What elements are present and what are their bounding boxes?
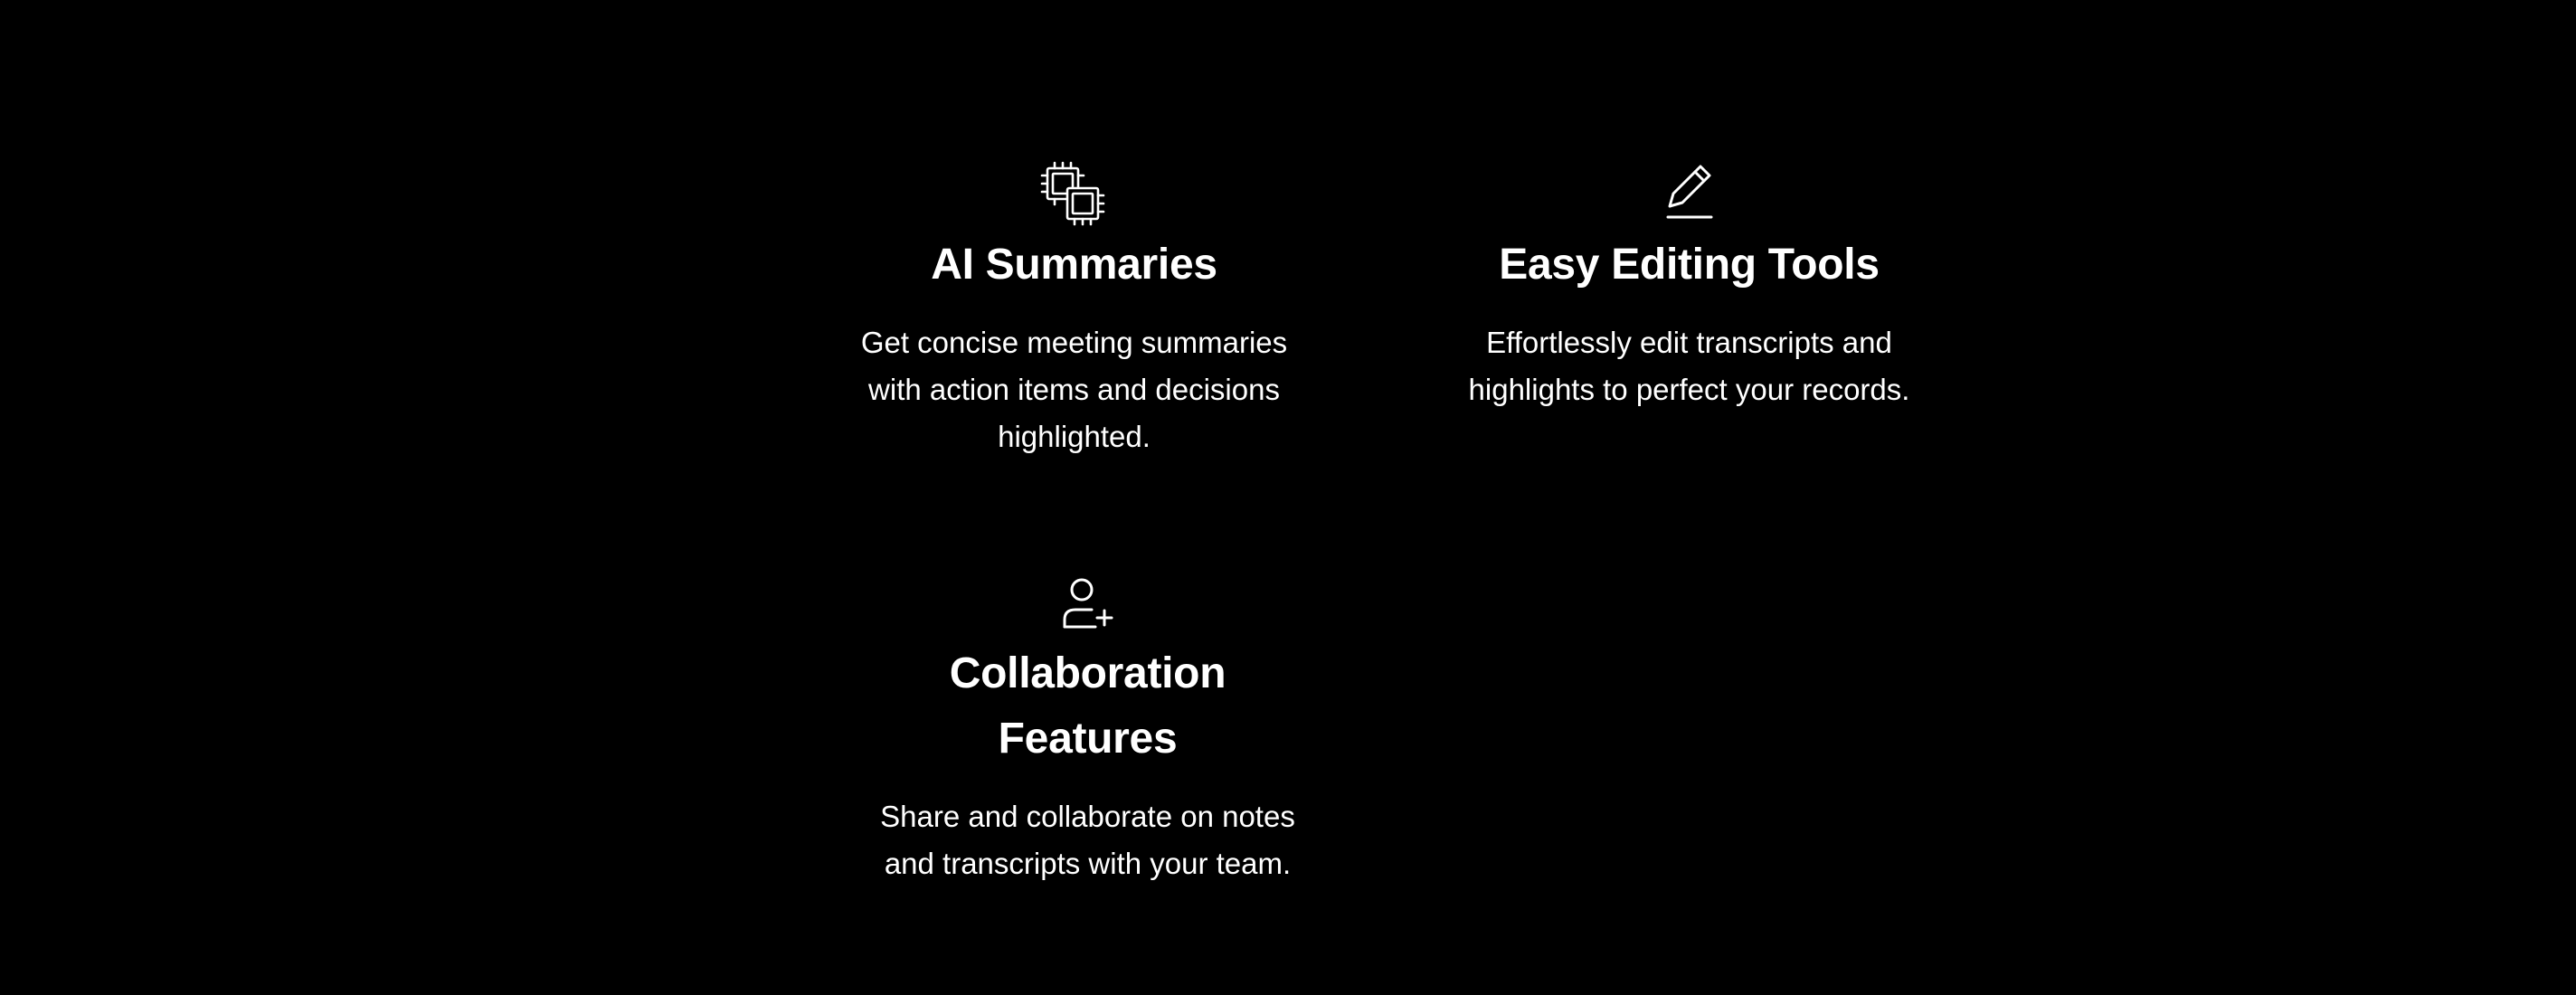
feature-title: AI Summaries (931, 241, 1217, 289)
feature-description: Share and collaborate on notes and trans… (880, 800, 1295, 880)
chip-icon (1040, 161, 1109, 230)
feature-collaboration-features: Collaboration Features Share and collabo… (755, 571, 1420, 887)
feature-description: Effortlessly edit transcripts and highli… (1468, 326, 1910, 406)
feature-ai-summaries: AI Summaries Get concise meeting summari… (742, 161, 1406, 460)
user-add-icon (1054, 571, 1122, 640)
pencil-edit-icon (1655, 161, 1724, 230)
feature-description: Get concise meeting summaries with actio… (860, 326, 1288, 453)
feature-easy-editing-tools: Easy Editing Tools Effortlessly edit tra… (1357, 161, 2022, 413)
feature-title: Collaboration Features (949, 649, 1226, 763)
feature-title: Easy Editing Tools (1499, 241, 1880, 289)
